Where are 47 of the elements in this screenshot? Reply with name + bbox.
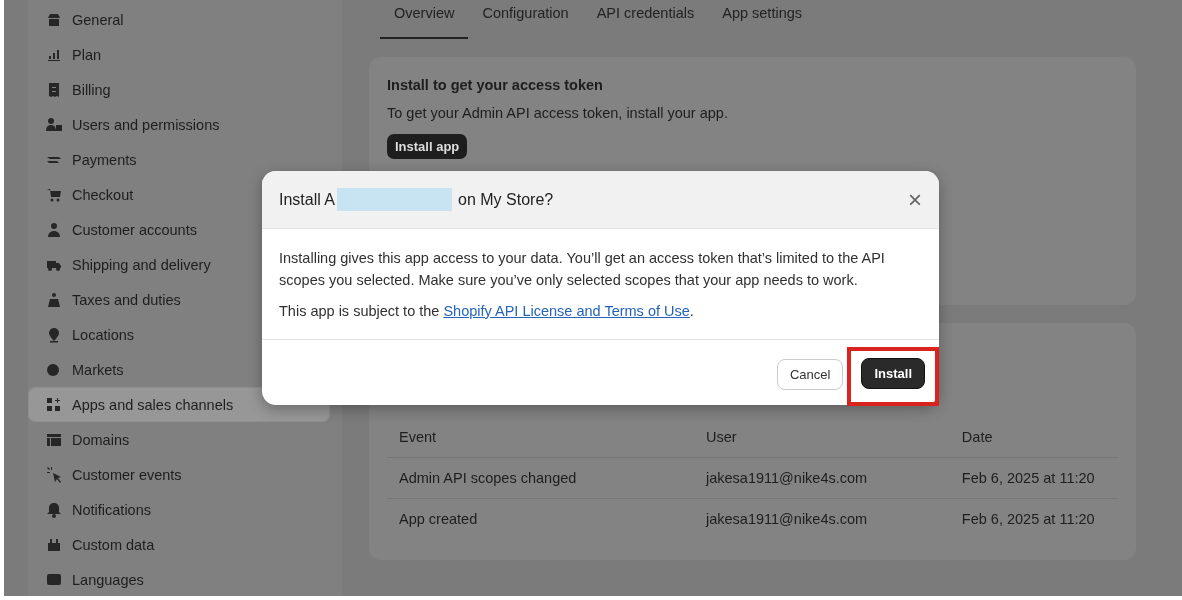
- column-header: Date: [949, 417, 1118, 458]
- people-icon: [46, 116, 62, 133]
- store-icon: [46, 11, 62, 28]
- cursor-icon: [46, 466, 62, 483]
- install-button[interactable]: Install: [861, 358, 925, 389]
- install-app-button[interactable]: Install app: [387, 134, 468, 159]
- sidebar-item[interactable]: Customer events: [28, 457, 330, 492]
- table-cell: Feb 6, 2025 at 11:20: [949, 498, 1118, 539]
- cancel-button[interactable]: Cancel: [776, 359, 844, 390]
- tab[interactable]: Overview: [380, 0, 469, 39]
- bag-icon: [46, 291, 62, 308]
- sidebar-item[interactable]: General: [28, 2, 330, 37]
- window-icon: [46, 431, 62, 448]
- card-text: To get your Admin API access token, install your app.: [387, 105, 729, 121]
- table-cell: App created: [387, 498, 694, 539]
- sidebar-item[interactable]: Users and permissions: [28, 107, 330, 142]
- dialog-message: Installing gives this app access to your data. You’ll get an access token that’s limited to the API scopes you selected. Make sure you’ve only selected scopes that your app needs to work.: [279, 249, 886, 290]
- table-cell: jakesa1911@nike4s.com: [694, 457, 950, 499]
- sidebar-item[interactable]: Markets: [28, 352, 330, 387]
- column-header: User: [694, 417, 950, 458]
- sidebar-item[interactable]: Billing: [28, 72, 330, 107]
- cart-icon: [46, 186, 62, 203]
- dialog-title: Install A: [279, 190, 336, 209]
- tab[interactable]: App settings: [708, 0, 817, 39]
- terms-text: This app is subject to the Shopify API License and Terms of Use.: [279, 302, 695, 321]
- table-cell: Feb 6, 2025 at 11:20: [949, 457, 1118, 499]
- column-header: Event: [387, 417, 694, 458]
- table-cell: Admin API scopes changed: [387, 457, 694, 499]
- sidebar-item[interactable]: Custom data: [28, 527, 330, 562]
- grid-icon: [46, 396, 62, 413]
- sidebar-item[interactable]: Domains: [28, 422, 330, 457]
- sidebar-item[interactable]: Plan: [28, 37, 330, 72]
- tab[interactable]: Configuration: [468, 0, 583, 39]
- table-cell: jakesa1911@nike4s.com: [694, 498, 950, 539]
- terms-link[interactable]: Shopify API License and Terms of Use: [443, 303, 690, 319]
- sidebar-item[interactable]: Notifications: [28, 492, 330, 527]
- dialog-title: on My Store?: [458, 190, 554, 209]
- card-title: Install to get your access token: [387, 77, 604, 93]
- pin-icon: [46, 326, 62, 343]
- sidebar-item[interactable]: Customer accounts: [28, 212, 330, 247]
- box-icon: [46, 536, 62, 553]
- receipt-icon: [46, 81, 62, 98]
- sidebar-item[interactable]: Languages: [28, 562, 330, 597]
- bell-icon: [46, 501, 62, 518]
- tab[interactable]: API credentials: [582, 0, 709, 39]
- sidebar-item[interactable]: Payments: [28, 142, 330, 177]
- person-icon: [46, 221, 62, 238]
